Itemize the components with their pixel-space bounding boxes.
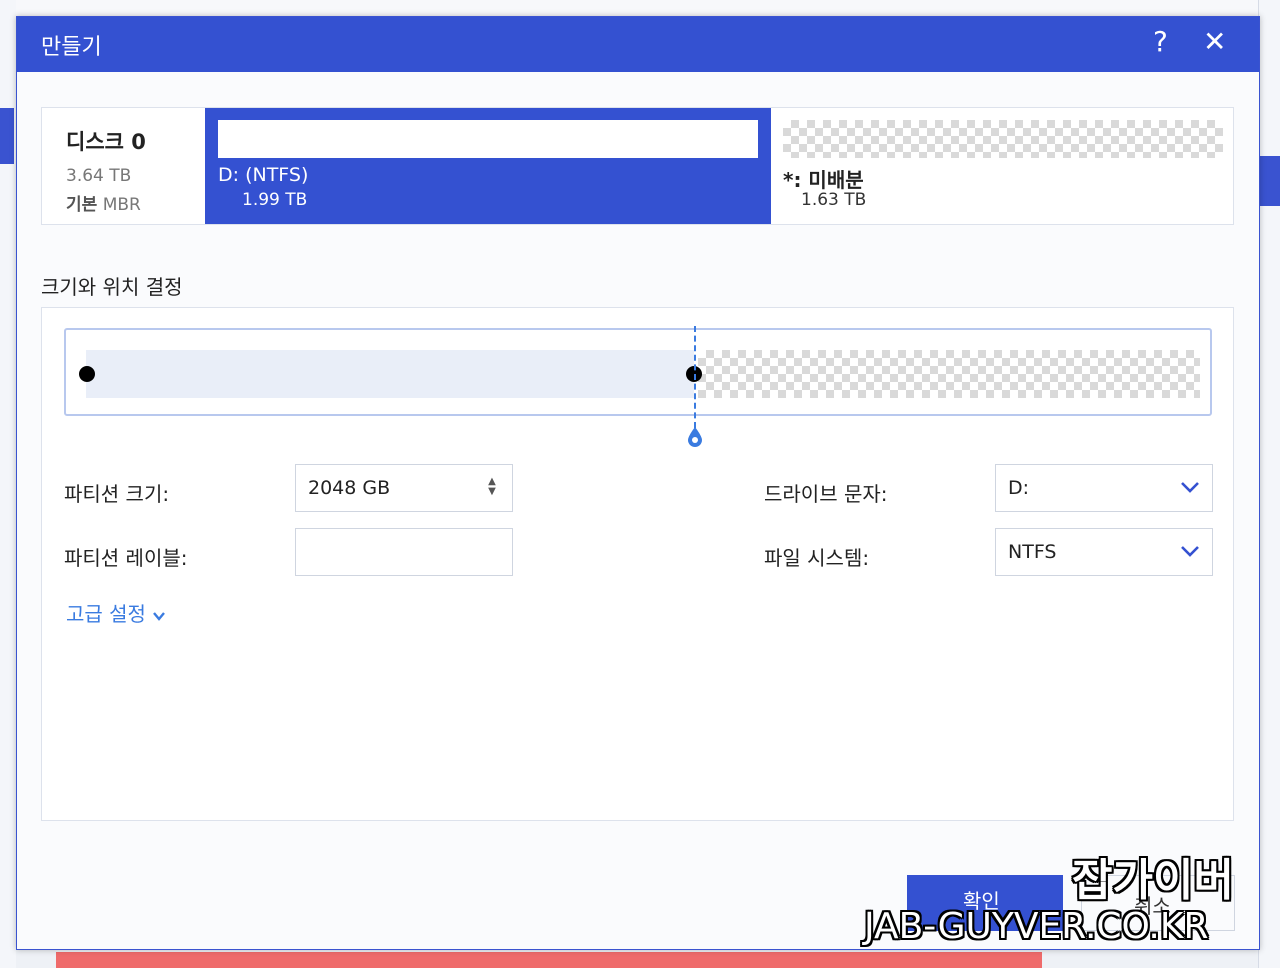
disk-name: 디스크 0 — [66, 130, 146, 154]
disk-type: 기본 MBR — [66, 190, 141, 215]
cancel-button[interactable]: 취소 — [1081, 875, 1235, 931]
position-marker-icon[interactable] — [685, 426, 705, 448]
disk-info: 디스크 0 3.64 TB 기본 MBR — [42, 108, 205, 224]
chevron-down-icon — [153, 611, 166, 621]
filesystem-label: 파일 시스템: — [764, 546, 870, 570]
advanced-settings-toggle[interactable]: 고급 설정 — [66, 598, 166, 627]
chevron-down-icon — [1181, 546, 1199, 557]
chevron-down-icon — [1181, 482, 1199, 493]
help-button[interactable]: ? — [1153, 25, 1168, 58]
ok-button-label: 확인 — [963, 891, 1000, 913]
slider-used-region — [86, 350, 694, 398]
size-position-heading: 크기와 위치 결정 — [41, 275, 183, 299]
partition-size-label: 파티션 크기: — [64, 482, 170, 506]
partition-label-input[interactable] — [295, 528, 513, 576]
drive-letter-label: 드라이브 문자: — [764, 482, 888, 506]
filesystem-select[interactable]: NTFS — [995, 528, 1213, 576]
slider-position-line — [694, 326, 696, 428]
background-selection-bar — [0, 108, 14, 164]
slider-free-region — [698, 350, 1200, 398]
partition-d-name: D: (NTFS) — [218, 164, 309, 186]
filesystem-value: NTFS — [1008, 541, 1057, 563]
partition-size-value: 2048 GB — [308, 477, 391, 499]
ok-button[interactable]: 확인 — [907, 875, 1063, 931]
advanced-settings-label: 고급 설정 — [66, 602, 146, 626]
disk-map: 디스크 0 3.64 TB 기본 MBR D: (NTFS) 1.99 TB *… — [41, 107, 1234, 225]
disk-type-value: MBR — [102, 195, 141, 215]
close-button[interactable]: ✕ — [1203, 25, 1226, 58]
partition-unallocated-size: 1.63 TB — [801, 190, 867, 210]
create-partition-dialog: 만들기 ? ✕ 디스크 0 3.64 TB 기본 MBR D: (NTFS) 1… — [16, 16, 1260, 950]
size-slider[interactable] — [64, 328, 1212, 416]
drive-letter-value: D: — [1008, 477, 1030, 499]
partition-unallocated[interactable]: *: 미배분 1.63 TB — [771, 108, 1233, 224]
background-window-right — [1258, 0, 1280, 968]
unallocated-pattern-bar — [783, 120, 1223, 158]
partition-unallocated-name: *: 미배분 — [783, 168, 864, 192]
drive-letter-select[interactable]: D: — [995, 464, 1213, 512]
background-window-left — [0, 0, 16, 968]
dialog-title: 만들기 — [41, 35, 102, 60]
partition-d[interactable]: D: (NTFS) 1.99 TB — [205, 108, 771, 224]
partition-d-size: 1.99 TB — [242, 190, 308, 210]
stepper-arrows-icon[interactable]: ▲ ▼ — [486, 477, 498, 497]
partition-size-stepper[interactable]: 2048 GB ▲ ▼ — [295, 464, 513, 512]
partition-label-label: 파티션 레이블: — [64, 546, 188, 570]
disk-size: 3.64 TB — [66, 166, 132, 186]
settings-panel: 파티션 크기: 2048 GB ▲ ▼ 파티션 레이블: 드라이브 문자: D: … — [41, 307, 1234, 821]
background-progress-bar — [56, 952, 1042, 968]
disk-type-label: 기본 — [66, 195, 98, 215]
cancel-button-label: 취소 — [1134, 896, 1171, 918]
slider-start-handle[interactable] — [79, 366, 95, 382]
dialog-titlebar: 만들기 ? ✕ — [17, 17, 1259, 72]
partition-d-usage-bar — [218, 120, 758, 158]
background-selection-bar — [1259, 156, 1280, 206]
